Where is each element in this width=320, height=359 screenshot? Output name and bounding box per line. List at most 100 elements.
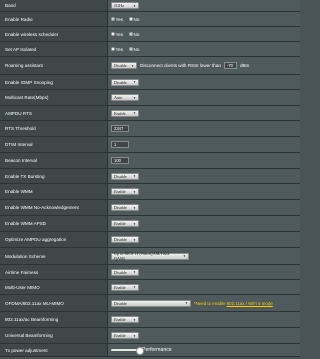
enable-tx-bursting-select[interactable]: Disable ▼ [111, 172, 139, 180]
radio-label: Yes [115, 31, 124, 37]
multicast-rate-mbps-select[interactable]: Auto ▼ [111, 94, 139, 101]
select-value: Disable [114, 63, 127, 68]
modulation-scheme-select[interactable]: Up to MCS 11 (NitroQAM/1024-QAM) ▼ [111, 251, 189, 261]
select-value: Enable [114, 333, 126, 338]
setting-row: Roaming assistant Disable ▼ Disconnect clie… [0, 57, 300, 75]
enable-wmm-select[interactable]: Enable ▼ [111, 188, 139, 195]
roaming-assistant-select[interactable]: Disable ▼ [111, 62, 137, 69]
radio-button[interactable] [129, 47, 133, 51]
setting-value: Disable ▼ [108, 169, 300, 183]
802-11ax-ac-beamforming-select[interactable]: Enable ▼ [111, 316, 139, 323]
radio-button[interactable] [111, 17, 115, 21]
setting-value: Yes No [108, 12, 300, 26]
setting-row: 802.11ax/ac Beamforming Enable ▼ [0, 312, 300, 328]
enable-radio-radio-no[interactable]: No [129, 17, 139, 22]
setting-value: Disable ▼ *Need to enable 802.11ax / WiFi … [108, 295, 300, 311]
setting-label-roaming-assistant: Roaming assistant [0, 57, 108, 74]
setting-label-enable-wmm-apsd: Enable WMM APSD [0, 216, 108, 231]
chevron-down-icon: ▼ [133, 285, 136, 289]
select-value: Disable [114, 300, 127, 306]
optimize-ampdu-aggregation-select[interactable]: Disable ▼ [111, 236, 139, 243]
dtim-interval-input[interactable]: 1 [111, 141, 129, 148]
setting-value: Yes No [108, 42, 300, 56]
setting-row: Multicast Rate(Mbps) Auto ▼ [0, 90, 300, 106]
rssi-threshold-input[interactable]: -70 [223, 62, 237, 69]
setting-label-ampdu-rts: AMPDU RTS [0, 106, 108, 120]
tx-power-slider[interactable] [111, 346, 144, 355]
select-value: Auto [114, 95, 123, 100]
chevron-down-icon: ▼ [133, 333, 136, 338]
enable-wmm-apsd-select[interactable]: Enable ▼ [111, 220, 139, 227]
chevron-down-icon: ▼ [131, 63, 134, 68]
setting-label-enable-wireless-scheduler: Enable wireless scheduler [0, 27, 108, 41]
roaming-description: Disconnect clients with RSSI lower than [140, 63, 221, 68]
setting-row: Tx power adjustment Performance [0, 344, 300, 357]
set-ap-isolated-radio-yes[interactable]: Yes [111, 47, 123, 52]
radio-label: Yes [115, 16, 124, 22]
wifi6-mode-link[interactable]: 802.11ax / WiFi 6 mode [227, 301, 273, 306]
enable-wireless-scheduler-radio-yes[interactable]: Yes [111, 32, 123, 37]
setting-label-dtim-interval: DTIM Interval [0, 137, 108, 152]
select-value: Up to MCS 11 (NitroQAM/1024-QAM) [114, 251, 171, 261]
chevron-down-icon: ▼ [133, 205, 136, 210]
setting-label-universal-beamforming: Universal Beamforming [0, 328, 108, 343]
setting-value: Yes No [108, 27, 300, 41]
setting-value: Performance [108, 344, 300, 356]
setting-label-enable-wmm-no-acknowledgement: Enable WMM No-Acknowledgement [0, 200, 108, 215]
enable-igmp-snooping-select[interactable]: Disable ▼ [111, 78, 139, 86]
setting-label-tx-power-adjustment: Tx power adjustment [0, 344, 108, 356]
setting-row: Enable WMM APSD Enable ▼ [0, 216, 300, 232]
chevron-down-icon: ▼ [185, 301, 188, 305]
setting-row: Multi-User MIMO Enable ▼ [0, 280, 300, 295]
enable-wmm-no-acknowledgement-select[interactable]: Disable ▼ [111, 204, 139, 211]
setting-row: Optimize AMPDU aggregation Disable ▼ [0, 232, 300, 248]
setting-label-802-11ax-ac-beamforming: 802.11ax/ac Beamforming [0, 312, 108, 327]
chevron-down-icon: ▼ [133, 189, 136, 194]
enable-radio-radio-yes[interactable]: Yes [111, 17, 123, 22]
chevron-down-icon: ▼ [133, 317, 136, 322]
radio-button[interactable] [111, 47, 115, 51]
radio-button[interactable] [111, 32, 115, 36]
setting-label-beacon-interval: Beacon Interval [0, 153, 108, 168]
setting-label-band: Band [0, 0, 108, 11]
setting-value: Disable ▼ Disconnect clients with RSSI low… [108, 57, 300, 74]
select-value: Disable [114, 205, 127, 210]
setting-value: 100 [108, 153, 300, 168]
radio-button[interactable] [129, 17, 133, 21]
beacon-interval-input[interactable]: 100 [111, 157, 129, 164]
radio-label: No [133, 46, 140, 52]
tx-power-level-text: Performance [142, 347, 172, 353]
ampdu-rts-select[interactable]: Enable ▼ [111, 109, 139, 117]
slider-thumb[interactable] [136, 346, 144, 355]
setting-label-enable-radio: Enable Radio [0, 12, 108, 26]
ofdma-mu-mimo-select[interactable]: Disable ▼ [111, 299, 191, 307]
setting-row: Enable WMM Enable ▼ [0, 184, 300, 200]
setting-row: AMPDU RTS Enable ▼ [0, 106, 300, 121]
enable-wireless-scheduler-radio-no[interactable]: No [129, 32, 139, 37]
setting-label-airtime-fairness: Airtime Fairness [0, 265, 108, 279]
band-select[interactable]: 5GHz ▼ [111, 2, 139, 9]
setting-row: Enable Radio Yes No [0, 12, 300, 27]
select-value: Disable [114, 269, 127, 275]
select-value: Enable [114, 189, 126, 194]
setting-label-enable-wmm: Enable WMM [0, 184, 108, 199]
chevron-down-icon: ▼ [133, 221, 136, 226]
airtime-fairness-select[interactable]: Disable ▼ [111, 268, 139, 276]
setting-row: OFDMA/802.11ax MU-MIMO Disable ▼ *Need to e… [0, 295, 300, 312]
setting-row: DTIM Interval 1 [0, 137, 300, 153]
universal-beamforming-select[interactable]: Enable ▼ [111, 332, 139, 339]
rts-threshold-input[interactable]: 2347 [111, 125, 129, 132]
setting-label-multicast-rate-mbps: Multicast Rate(Mbps) [0, 90, 108, 105]
chevron-down-icon: ▼ [133, 3, 136, 8]
radio-button[interactable] [129, 32, 133, 36]
rssi-unit: dBm [239, 63, 250, 68]
multi-user-mimo-select[interactable]: Enable ▼ [111, 283, 139, 291]
chevron-down-icon: ▼ [133, 174, 136, 178]
setting-value: Auto ▼ [108, 90, 300, 105]
set-ap-isolated-radio-no[interactable]: No [129, 47, 139, 52]
wireless-professional-settings-table: Band 5GHz ▼ Enable Radio Yes No Enable wireles… [0, 0, 300, 357]
setting-value: Enable ▼ [108, 312, 300, 327]
chevron-down-icon: ▼ [133, 111, 136, 115]
setting-row: Enable WMM No-Acknowledgement Disable ▼ [0, 200, 300, 216]
setting-value: 1 [108, 137, 300, 152]
